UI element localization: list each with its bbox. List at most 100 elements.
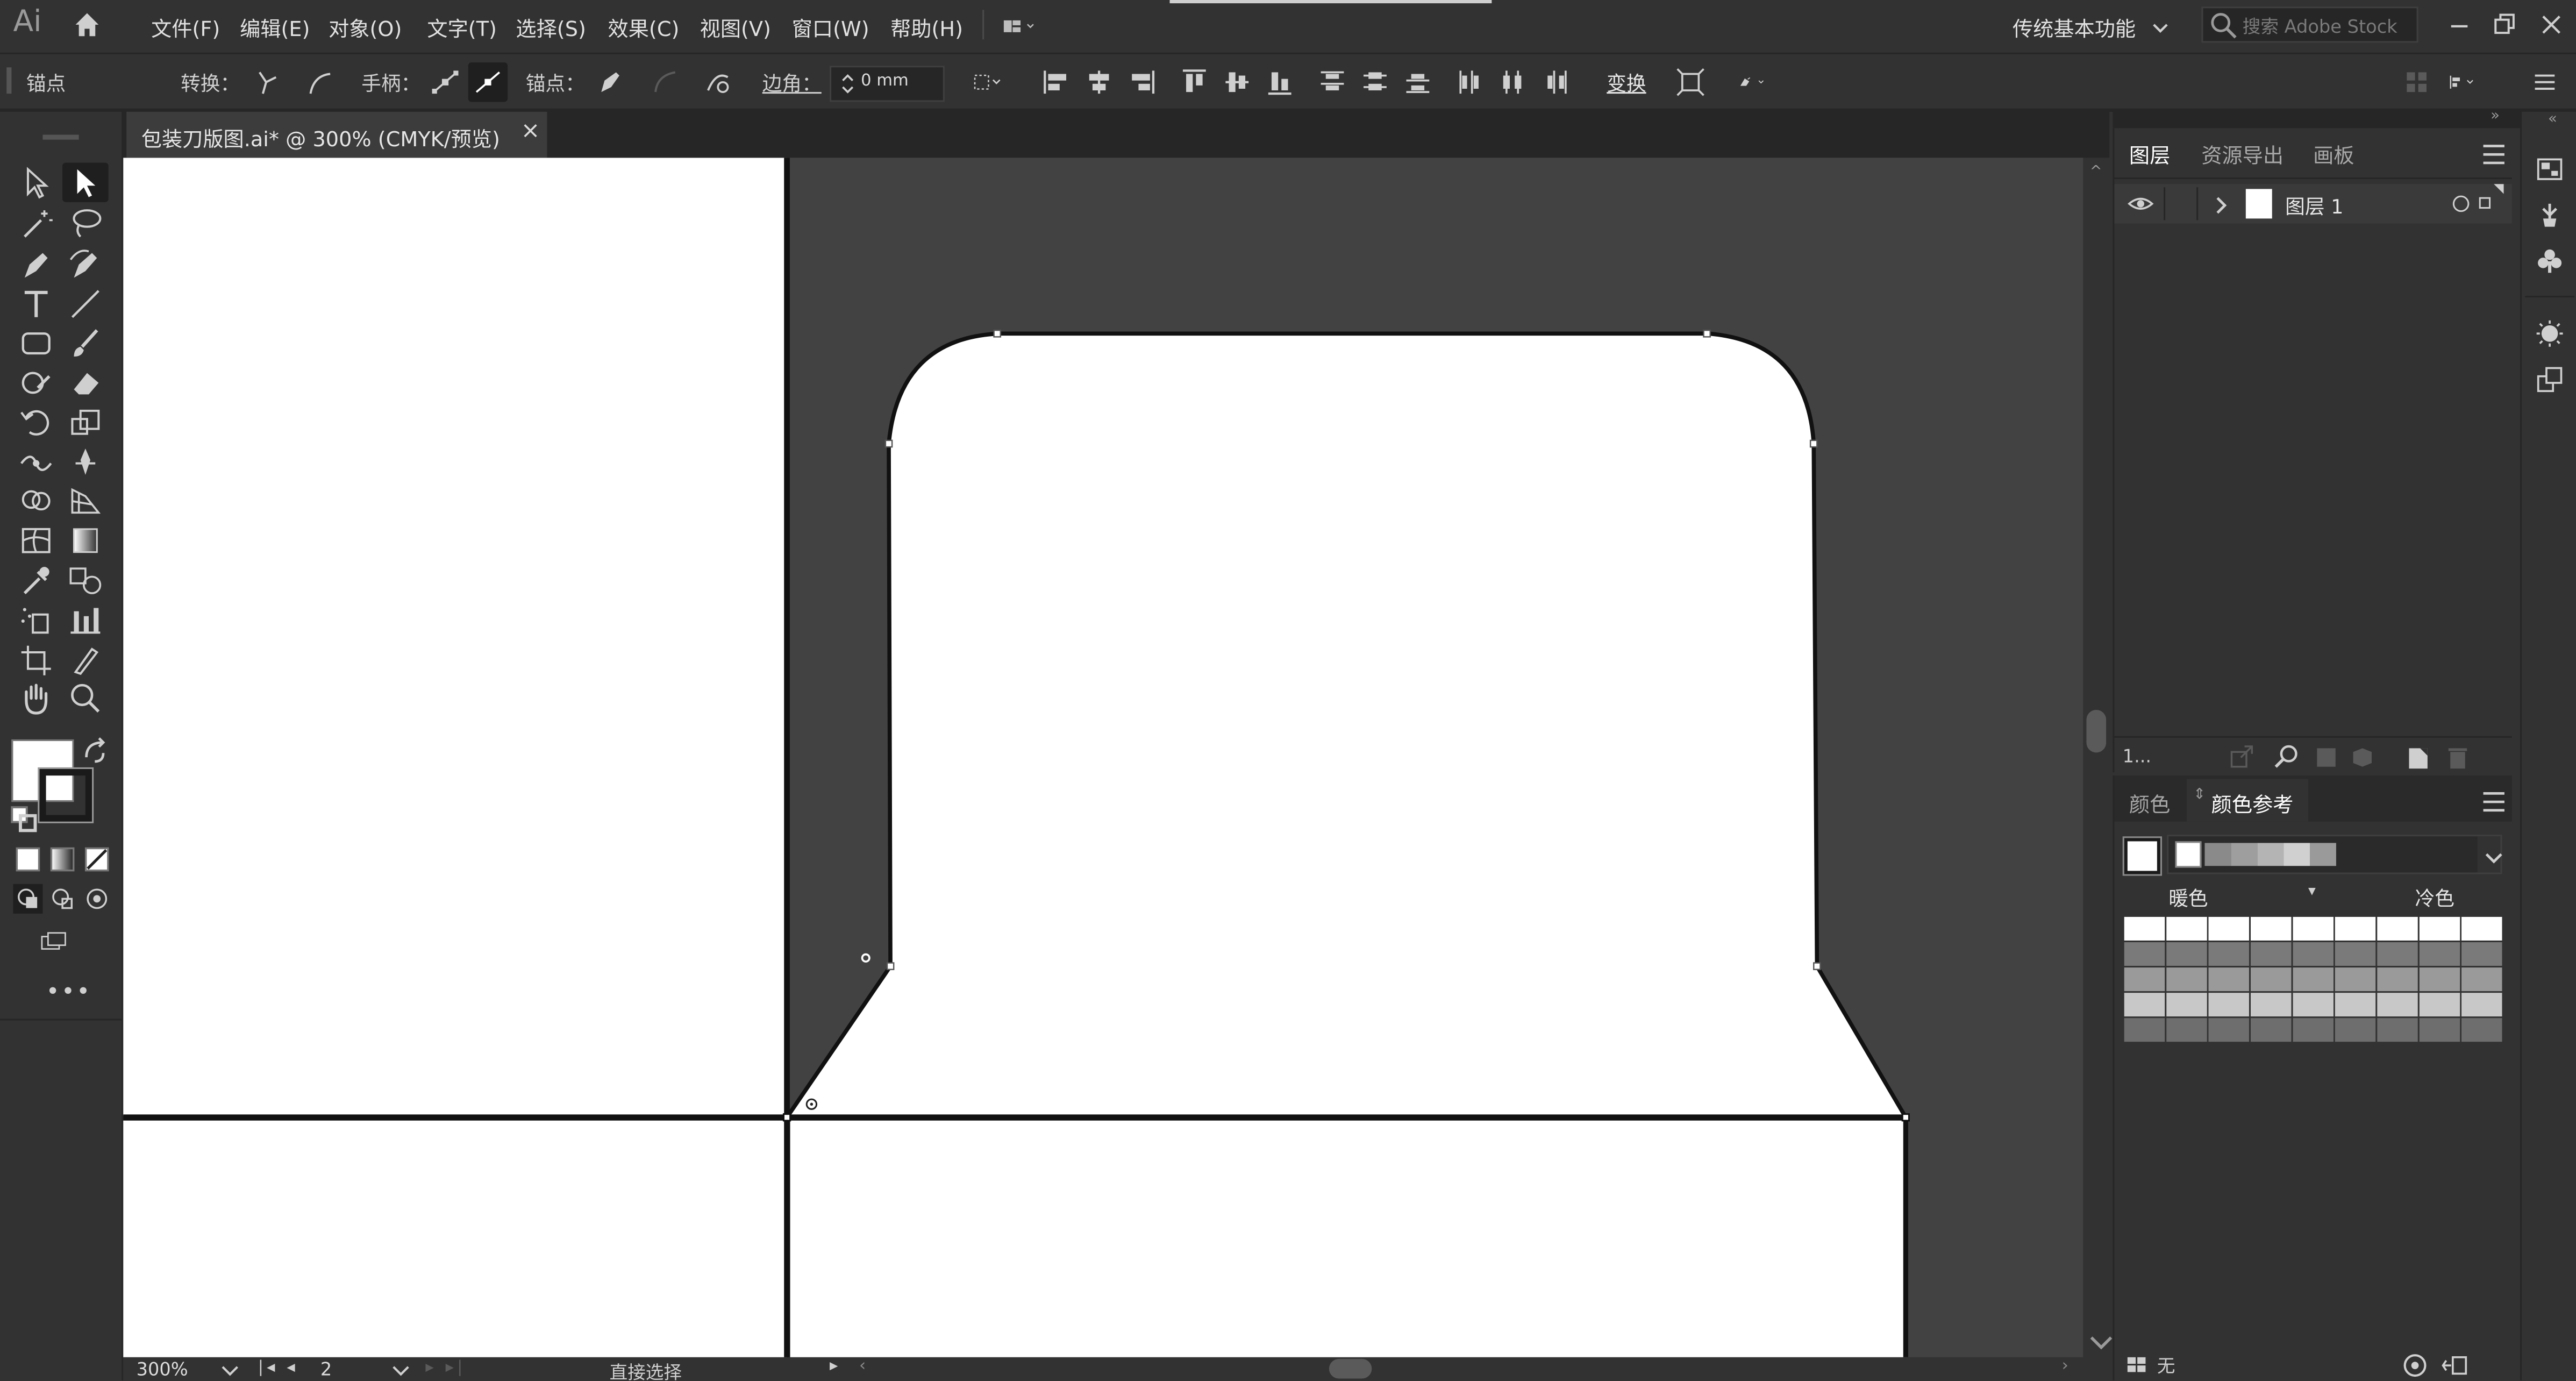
status-menu-icon[interactable]: ▸ bbox=[830, 1357, 838, 1376]
menu-help[interactable]: 帮助(H) bbox=[890, 11, 963, 42]
color-variation-swatch[interactable] bbox=[2166, 942, 2207, 966]
shape-builder-tool-icon[interactable] bbox=[17, 483, 56, 519]
anchor-point[interactable] bbox=[1813, 962, 1821, 970]
color-variation-swatch[interactable] bbox=[2335, 942, 2376, 966]
color-variation-swatch[interactable] bbox=[2335, 967, 2376, 992]
screen-mode-icon[interactable] bbox=[39, 927, 79, 956]
save-color-group-icon[interactable] bbox=[2439, 1351, 2469, 1377]
chevron-down-icon[interactable] bbox=[2145, 13, 2168, 42]
select-similar-icon[interactable] bbox=[973, 67, 1015, 97]
eraser-tool-icon[interactable] bbox=[66, 365, 105, 401]
color-variation-swatch[interactable] bbox=[2208, 1018, 2249, 1042]
slice-tool-icon[interactable] bbox=[66, 641, 105, 677]
artboard-tool-icon[interactable] bbox=[17, 641, 56, 677]
draw-normal-icon[interactable] bbox=[13, 884, 43, 914]
color-variation-swatch[interactable] bbox=[2124, 916, 2165, 941]
front-panel[interactable] bbox=[790, 1120, 1908, 1357]
color-variation-swatch[interactable] bbox=[2419, 942, 2460, 966]
zoom-dropdown-icon[interactable] bbox=[215, 1354, 238, 1380]
color-variation-swatch[interactable] bbox=[2166, 1018, 2207, 1042]
color-variation-swatch[interactable] bbox=[2293, 967, 2334, 992]
corner-radius-field[interactable]: 0 mm bbox=[830, 66, 945, 102]
color-variation-swatch[interactable] bbox=[2251, 967, 2292, 992]
draw-behind-icon[interactable] bbox=[48, 884, 74, 910]
cut-path-icon[interactable] bbox=[703, 67, 733, 97]
color-variation-swatch[interactable] bbox=[2377, 942, 2418, 966]
artboard-number-field[interactable]: 2 bbox=[320, 1359, 332, 1380]
transform-link[interactable]: 变换 bbox=[1607, 69, 1646, 97]
color-variation-swatch[interactable] bbox=[2461, 942, 2502, 966]
color-variation-swatch[interactable] bbox=[2293, 993, 2334, 1017]
color-variation-swatch[interactable] bbox=[2461, 967, 2502, 992]
type-tool-icon[interactable] bbox=[17, 286, 56, 322]
color-variation-swatch[interactable] bbox=[2461, 1018, 2502, 1042]
align-hcenter-icon[interactable] bbox=[1084, 67, 1114, 97]
anchor-point[interactable] bbox=[886, 962, 895, 970]
distribute-vcenter-icon[interactable] bbox=[1360, 67, 1390, 97]
horizontal-scroll-thumb[interactable] bbox=[1329, 1358, 1372, 1379]
align-vcenter-icon[interactable] bbox=[1222, 67, 1252, 97]
search-layer-icon[interactable] bbox=[2272, 743, 2299, 769]
none-mode-icon[interactable] bbox=[82, 845, 109, 872]
color-variation-swatch[interactable] bbox=[2208, 993, 2249, 1017]
perspective-grid-tool-icon[interactable] bbox=[66, 483, 105, 519]
color-mode-icon[interactable] bbox=[13, 845, 40, 872]
tab-color-guide[interactable]: ⇕ 颜色参考 bbox=[2186, 779, 2308, 822]
stock-search-field[interactable]: 搜索 Adobe Stock bbox=[2201, 6, 2418, 43]
direct-selection-tool-button[interactable] bbox=[62, 162, 109, 202]
color-variation-swatch[interactable] bbox=[2208, 942, 2249, 966]
anchor-point[interactable] bbox=[884, 439, 893, 448]
color-variation-swatch[interactable] bbox=[2208, 916, 2249, 941]
gradient-mode-icon[interactable] bbox=[48, 845, 75, 872]
control-panel-menu-icon[interactable] bbox=[2530, 67, 2559, 97]
rectangle-tool-icon[interactable] bbox=[17, 325, 56, 361]
distribute-top-icon[interactable] bbox=[1317, 67, 1347, 97]
canvas-area[interactable] bbox=[123, 158, 2083, 1357]
distribute-bottom-icon[interactable] bbox=[1403, 67, 1432, 97]
lasso-tool-icon[interactable] bbox=[66, 205, 105, 241]
menu-type[interactable]: 文字(T) bbox=[427, 11, 497, 42]
scroll-left-icon[interactable]: ‹ bbox=[859, 1357, 866, 1376]
artboard-dropdown-icon[interactable] bbox=[386, 1354, 409, 1380]
left-top-panel[interactable] bbox=[123, 158, 787, 1116]
minimize-icon[interactable] bbox=[2445, 10, 2474, 39]
distribute-left-icon[interactable] bbox=[1455, 67, 1485, 97]
expand-layer-icon[interactable] bbox=[2207, 190, 2227, 217]
lid-shape[interactable] bbox=[784, 331, 1908, 1120]
grip-handle[interactable] bbox=[6, 67, 12, 94]
blend-tool-icon[interactable] bbox=[66, 562, 105, 598]
color-variation-swatch[interactable] bbox=[2166, 967, 2207, 992]
panel-menu-icon[interactable] bbox=[2479, 140, 2504, 165]
tab-color[interactable]: 颜色 bbox=[2129, 787, 2170, 818]
color-variation-swatch[interactable] bbox=[2419, 916, 2460, 941]
limit-to-swatch-library-icon[interactable] bbox=[2124, 1351, 2154, 1377]
magic-wand-tool-icon[interactable] bbox=[17, 205, 56, 241]
restore-icon[interactable] bbox=[2491, 10, 2520, 39]
paintbrush-tool-icon[interactable] bbox=[66, 325, 105, 361]
gradient-tool-icon[interactable] bbox=[66, 523, 105, 559]
edit-colors-icon[interactable] bbox=[2400, 1351, 2427, 1377]
eye-visibility-icon[interactable] bbox=[2126, 189, 2156, 218]
color-variation-swatch[interactable] bbox=[2166, 993, 2207, 1017]
left-bottom-panel[interactable] bbox=[123, 1120, 787, 1357]
menu-edit[interactable]: 编辑(E) bbox=[240, 11, 310, 42]
collapse-panels-icon[interactable]: » bbox=[2491, 109, 2500, 125]
corner-widget-icon[interactable] bbox=[861, 953, 870, 963]
color-variation-swatch[interactable] bbox=[2377, 993, 2418, 1017]
mesh-tool-icon[interactable] bbox=[17, 523, 56, 559]
menu-effect[interactable]: 效果(C) bbox=[608, 11, 680, 42]
color-variation-swatch[interactable] bbox=[2124, 993, 2165, 1017]
color-variations-grid[interactable] bbox=[2124, 916, 2504, 1043]
align-right-icon[interactable] bbox=[1127, 67, 1157, 97]
width-tool-icon[interactable] bbox=[17, 444, 56, 480]
document-tab[interactable]: 包装刀版图.ai* @ 300% (CMYK/预览) × bbox=[126, 111, 547, 158]
color-variation-swatch[interactable] bbox=[2124, 967, 2165, 992]
curvature-tool-icon[interactable] bbox=[66, 246, 105, 282]
hand-tool-icon[interactable] bbox=[17, 680, 56, 716]
properties-panel-icon[interactable] bbox=[2535, 154, 2565, 184]
menu-view[interactable]: 视图(V) bbox=[700, 11, 771, 42]
menu-window[interactable]: 窗口(W) bbox=[792, 11, 869, 42]
color-variation-swatch[interactable] bbox=[2461, 916, 2502, 941]
menu-select[interactable]: 选择(S) bbox=[516, 11, 586, 42]
close-icon[interactable] bbox=[2537, 10, 2566, 39]
